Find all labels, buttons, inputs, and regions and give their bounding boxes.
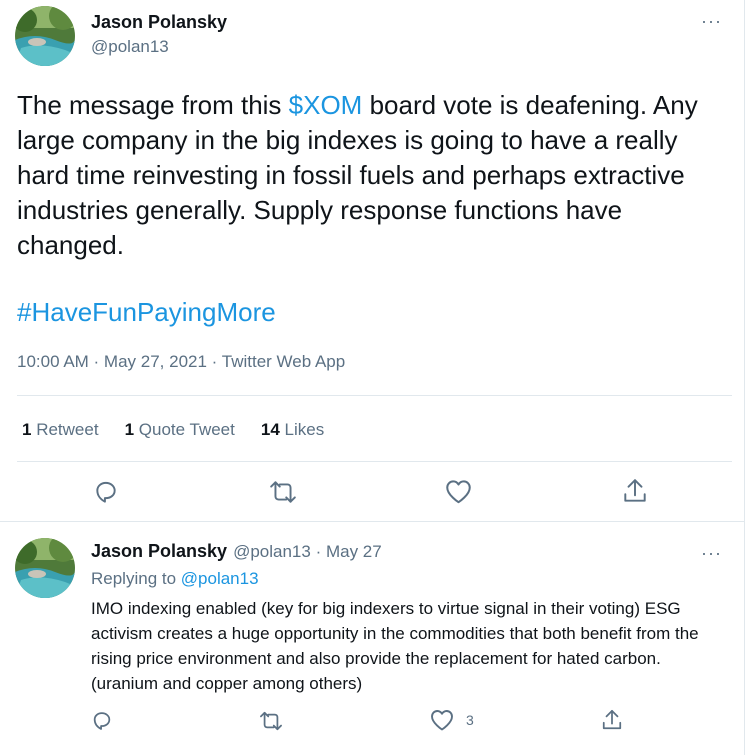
retweet-button[interactable] (259, 710, 283, 732)
quotes-count: 1 (124, 420, 135, 439)
avatar[interactable] (15, 538, 75, 598)
share-button[interactable] (601, 708, 623, 732)
tweet-text: The message from this $XOM board vote is… (17, 88, 732, 263)
reply-icon (93, 712, 111, 730)
avatar[interactable] (15, 6, 75, 66)
share-icon (624, 479, 646, 502)
divider (0, 521, 745, 522)
divider (17, 395, 732, 396)
retweet-button[interactable] (269, 479, 297, 505)
quotes-label: Quote Tweet (138, 420, 235, 439)
retweets-stat[interactable]: 1 Retweet (22, 420, 99, 440)
divider (17, 461, 732, 462)
retweets-label: Retweet (36, 420, 99, 439)
more-icon[interactable]: ··· (701, 544, 722, 562)
retweet-icon (260, 711, 282, 731)
like-icon (446, 480, 471, 504)
replying-handle-link[interactable]: @polan13 (181, 569, 259, 588)
reply-header: Jason Polansky @polan13 · May 27 (91, 541, 382, 562)
likes-stat[interactable]: 14 Likes (261, 420, 324, 440)
more-icon[interactable]: ··· (701, 12, 722, 30)
retweets-count: 1 (22, 420, 32, 439)
tweet-page: Jason Polansky @polan13 ··· The message … (0, 0, 745, 755)
like-icon (431, 710, 453, 731)
tweet-timestamp[interactable]: 10:00 AM · May 27, 2021 · Twitter Web Ap… (17, 352, 345, 372)
author-name[interactable]: Jason Polansky (91, 12, 227, 33)
engagement-stats: 1 Retweet 1 Quote Tweet 14 Likes (22, 420, 324, 440)
cashtag-link[interactable]: $XOM (289, 90, 363, 120)
reply-author-handle-date[interactable]: @polan13 · May 27 (233, 542, 382, 562)
like-button[interactable] (445, 479, 472, 504)
reply-button[interactable] (93, 478, 119, 504)
quotes-stat[interactable]: 1 Quote Tweet (125, 420, 235, 440)
replying-prefix: Replying to (91, 569, 181, 588)
replying-to: Replying to @polan13 (91, 569, 259, 589)
like-count: 3 (466, 712, 474, 728)
author-handle[interactable]: @polan13 (91, 37, 169, 57)
reply-button[interactable] (91, 709, 113, 731)
reply-icon (96, 481, 116, 503)
likes-label: Likes (284, 420, 325, 439)
like-button[interactable]: 3 (430, 709, 474, 731)
reply-author-name[interactable]: Jason Polansky (91, 541, 227, 562)
share-button[interactable] (622, 477, 648, 505)
share-icon (602, 709, 622, 730)
tweet-text-before: The message from this (17, 90, 289, 120)
likes-count: 14 (260, 420, 280, 439)
retweet-icon (270, 481, 296, 503)
hashtag-link[interactable]: #HaveFunPayingMore (17, 297, 276, 328)
reply-text: IMO indexing enabled (key for big indexe… (91, 599, 699, 693)
